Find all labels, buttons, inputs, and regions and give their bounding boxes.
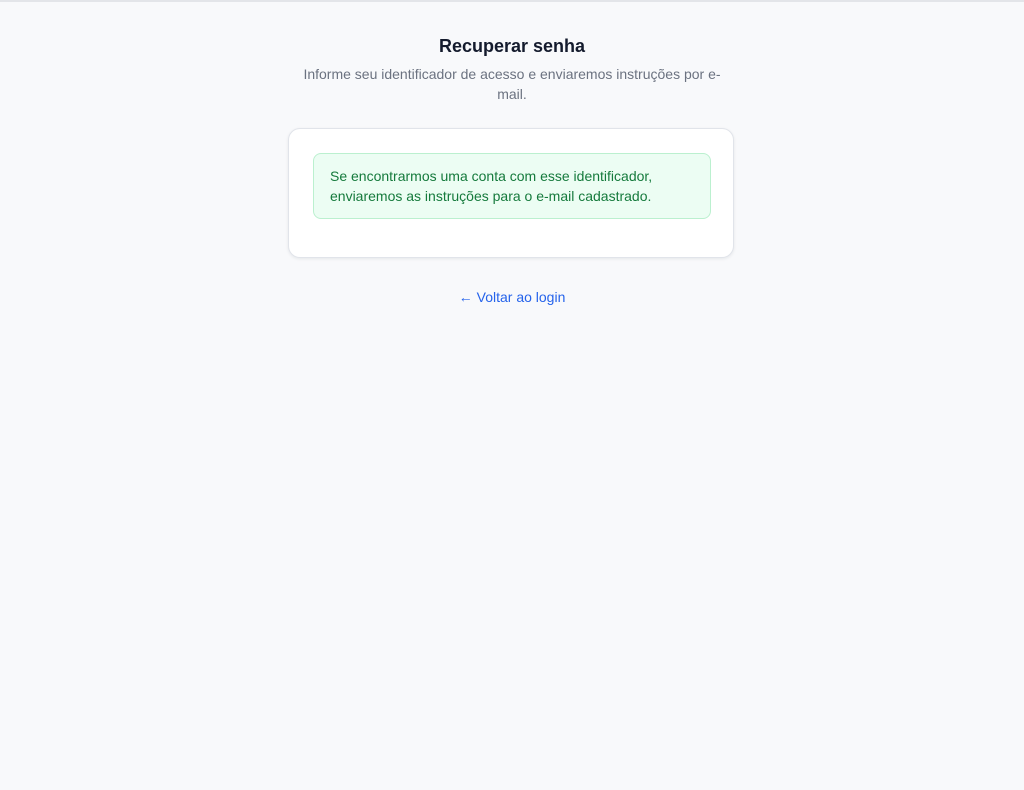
password-recovery-page: Recuperar senha Informe seu identificado… bbox=[0, 0, 1024, 790]
back-to-login-label: Voltar ao login bbox=[476, 289, 566, 305]
page-subtitle: Informe seu identificador de acesso e en… bbox=[303, 66, 721, 102]
recovery-card: Se encontrarmos uma conta com esse ident… bbox=[288, 128, 734, 258]
arrow-left-icon: ← bbox=[458, 289, 473, 305]
back-to-login-link[interactable]: ← Voltar ao login bbox=[0, 287, 1024, 307]
page-title: Recuperar senha bbox=[438, 36, 586, 56]
success-alert: Se encontrarmos uma conta com esse ident… bbox=[313, 153, 711, 219]
